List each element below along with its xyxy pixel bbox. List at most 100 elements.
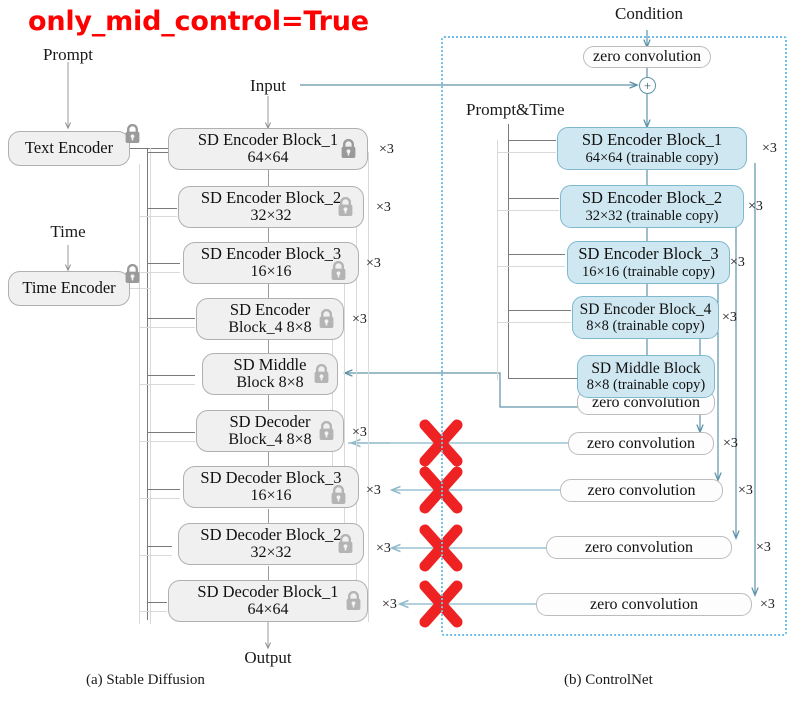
top-zero-convolution[interactable]: zero convolution bbox=[583, 46, 711, 68]
bus-stub bbox=[139, 441, 195, 442]
multiplier-label: ×3 bbox=[366, 256, 381, 271]
sd-chain bbox=[268, 283, 269, 298]
zero-convolution-label: zero convolution bbox=[587, 481, 696, 499]
cn-bus-stub bbox=[508, 254, 565, 255]
bus-stub bbox=[147, 318, 195, 319]
bus-stub bbox=[139, 272, 180, 273]
cn-bus-stub bbox=[497, 210, 559, 211]
cn-time-bus bbox=[497, 140, 498, 380]
caption-stable-diffusion: (a) Stable Diffusion bbox=[86, 672, 205, 688]
bus-stub bbox=[147, 208, 177, 209]
text-encoder-label: Text Encoder bbox=[24, 138, 114, 158]
block-line1: SD Encoder bbox=[229, 299, 311, 319]
sd-decoder-block-1[interactable]: SD Decoder Block_1 64×64 bbox=[168, 580, 368, 622]
cn-encoder-block-1[interactable]: SD Encoder Block_1 64×64 (trainable copy… bbox=[557, 127, 747, 170]
cn-bus-stub bbox=[508, 140, 556, 141]
bus-stub bbox=[147, 432, 195, 433]
cn-encoder-block-2[interactable]: SD Encoder Block_2 32×32 (trainable copy… bbox=[560, 185, 744, 228]
block-line2: Block_4 8×8 bbox=[228, 319, 312, 337]
bus-stub bbox=[139, 555, 172, 556]
multiplier-label: ×3 bbox=[376, 541, 391, 556]
sd-chain bbox=[268, 452, 269, 466]
block-line2: 64×64 bbox=[247, 149, 289, 167]
block-line1: SD Encoder Block_1 bbox=[581, 130, 723, 150]
lock-icon bbox=[314, 364, 329, 383]
block-line2: 8×8 (trainable copy) bbox=[586, 318, 705, 335]
block-line1: SD Encoder Block_3 bbox=[200, 243, 342, 263]
page-title: only_mid_control=True bbox=[28, 6, 369, 37]
cn-bus-stub bbox=[508, 310, 571, 311]
multiplier-label: ×3 bbox=[352, 425, 367, 440]
multiplier-label: ×3 bbox=[382, 597, 397, 612]
skip-rail bbox=[368, 152, 369, 622]
sd-chain bbox=[268, 509, 269, 523]
text-encoder-box[interactable]: Text Encoder bbox=[8, 131, 130, 166]
block-line1: SD Encoder Block_2 bbox=[581, 188, 723, 208]
block-line1: SD Decoder Block_3 bbox=[200, 467, 342, 487]
cn-zero-convolution-2[interactable]: zero convolution bbox=[560, 479, 723, 502]
cn-encoder-block-4[interactable]: SD Encoder Block_4 8×8 (trainable copy) bbox=[572, 296, 719, 339]
lock-icon bbox=[319, 421, 334, 440]
time-encoder-box[interactable]: Time Encoder bbox=[8, 271, 130, 306]
cn-zero-convolution-1[interactable]: zero convolution bbox=[568, 432, 714, 455]
multiplier-label: ×3 bbox=[376, 200, 391, 215]
skip-rail bbox=[332, 320, 333, 490]
sd-chain bbox=[268, 227, 269, 242]
zero-convolution-label: zero convolution bbox=[590, 595, 698, 613]
time-encoder-label: Time Encoder bbox=[22, 278, 116, 298]
zero-convolution-label: zero convolution bbox=[587, 434, 695, 452]
cn-zero-convolution-4[interactable]: zero convolution bbox=[536, 593, 752, 616]
bus-stub bbox=[139, 611, 167, 612]
multiplier-label: ×3 bbox=[762, 141, 777, 156]
cn-zero-convolution-3[interactable]: zero convolution bbox=[546, 536, 732, 559]
cn-bus-stub bbox=[508, 378, 578, 379]
multiplier-label: ×3 bbox=[730, 255, 745, 270]
lock-icon bbox=[331, 261, 346, 280]
bus-stub bbox=[147, 489, 180, 490]
cn-bus-stub bbox=[497, 266, 565, 267]
bus-stub bbox=[147, 263, 180, 264]
lock-icon bbox=[125, 264, 140, 283]
block-line1: SD Encoder Block_2 bbox=[200, 187, 342, 207]
block-line1: SD Decoder Block_1 bbox=[197, 581, 339, 601]
cn-middle-block[interactable]: SD Middle Block 8×8 (trainable copy) bbox=[577, 355, 715, 398]
sd-chain bbox=[268, 340, 269, 353]
bus-stub bbox=[139, 327, 195, 328]
cn-bus-stub bbox=[497, 152, 556, 153]
cn-encoder-block-3[interactable]: SD Encoder Block_3 16×16 (trainable copy… bbox=[567, 241, 730, 284]
lock-icon bbox=[338, 197, 353, 216]
bus-stub bbox=[147, 546, 172, 547]
block-line2: Block 8×8 bbox=[236, 374, 304, 392]
lock-icon bbox=[346, 591, 361, 610]
sd-chain bbox=[268, 566, 269, 580]
multiplier-label: ×3 bbox=[738, 483, 753, 498]
multiplier-label: ×3 bbox=[748, 199, 763, 214]
multiplier-label: ×3 bbox=[760, 597, 775, 612]
add-node: + bbox=[639, 77, 656, 94]
bus-stub bbox=[139, 498, 180, 499]
block-line2: Block_4 8×8 bbox=[228, 431, 312, 449]
sd-chain bbox=[268, 170, 269, 186]
multiplier-label: ×3 bbox=[366, 483, 381, 498]
block-line2: 32×32 (trainable copy) bbox=[585, 207, 719, 224]
zero-convolution-label: zero convolution bbox=[585, 538, 693, 556]
lock-icon bbox=[341, 139, 356, 158]
block-line2: 16×16 (trainable copy) bbox=[582, 263, 715, 280]
block-line2: 32×32 bbox=[250, 544, 292, 562]
block-line2: 64×64 (trainable copy) bbox=[585, 149, 719, 166]
block-line2: 16×16 bbox=[250, 263, 292, 281]
block-line1: SD Encoder Block_3 bbox=[578, 244, 719, 264]
multiplier-label: ×3 bbox=[722, 310, 737, 325]
block-line2: 32×32 bbox=[250, 207, 292, 225]
multiplier-label: ×3 bbox=[756, 540, 771, 555]
lock-icon bbox=[125, 124, 140, 143]
prompt-time-label: Prompt&Time bbox=[466, 100, 565, 119]
block-line1: SD Encoder Block_4 bbox=[579, 300, 712, 318]
block-line1: SD Encoder Block_1 bbox=[197, 129, 339, 149]
zero-convolution-label: zero convolution bbox=[593, 48, 701, 66]
prompt-label: Prompt bbox=[42, 45, 94, 64]
input-label: Input bbox=[250, 76, 286, 95]
cn-bus-stub bbox=[497, 322, 571, 323]
sd-encoder-block-1[interactable]: SD Encoder Block_1 64×64 bbox=[168, 128, 368, 170]
cn-prompt-bus bbox=[508, 124, 509, 378]
